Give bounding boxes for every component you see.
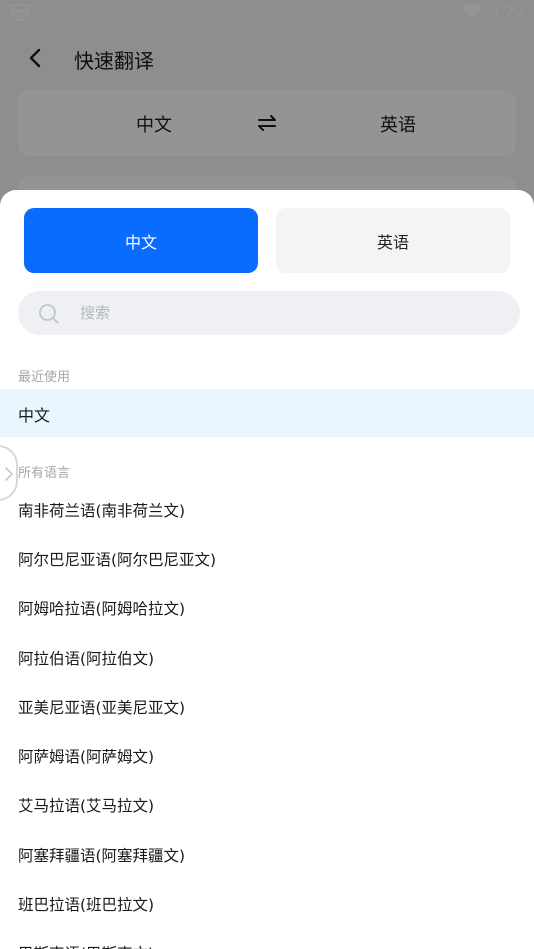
language-item[interactable]: 阿姆哈拉语(阿姆哈拉文) <box>0 584 534 633</box>
segment-target-button[interactable]: 英语 <box>276 208 510 273</box>
search-icon <box>39 304 59 324</box>
language-item[interactable]: 阿拉伯语(阿拉伯文) <box>0 633 534 682</box>
all-languages-section-label: 所有语言 <box>18 466 71 481</box>
recent-language-label: 中文 <box>18 406 51 425</box>
language-picker-sheet: 中文 英语 最近使用 中文 所有语言 南非荷兰语(南非荷兰文) 阿尔巴尼亚语(阿… <box>0 190 534 949</box>
recent-section-label: 最近使用 <box>18 370 71 385</box>
language-item[interactable]: 阿尔巴尼亚语(阿尔巴尼亚文) <box>0 534 534 583</box>
language-item[interactable]: 巴斯克语(巴斯克文) <box>0 929 534 949</box>
language-item[interactable]: 阿塞拜疆语(阿塞拜疆文) <box>0 830 534 879</box>
search-input[interactable] <box>80 291 500 335</box>
language-list: 南非荷兰语(南非荷兰文) 阿尔巴尼亚语(阿尔巴尼亚文) 阿姆哈拉语(阿姆哈拉文)… <box>0 485 534 949</box>
language-item[interactable]: 南非荷兰语(南非荷兰文) <box>0 485 534 534</box>
segment-source-button[interactable]: 中文 <box>24 208 258 273</box>
language-item[interactable]: 亚美尼亚语(亚美尼亚文) <box>0 682 534 731</box>
language-item[interactable]: 艾马拉语(艾马拉文) <box>0 781 534 830</box>
search-bar[interactable] <box>18 291 520 335</box>
recent-language-item[interactable]: 中文 <box>0 389 534 437</box>
chevron-right-icon <box>5 467 14 481</box>
language-item[interactable]: 阿萨姆语(阿萨姆文) <box>0 731 534 780</box>
language-item[interactable]: 班巴拉语(班巴拉文) <box>0 879 534 928</box>
